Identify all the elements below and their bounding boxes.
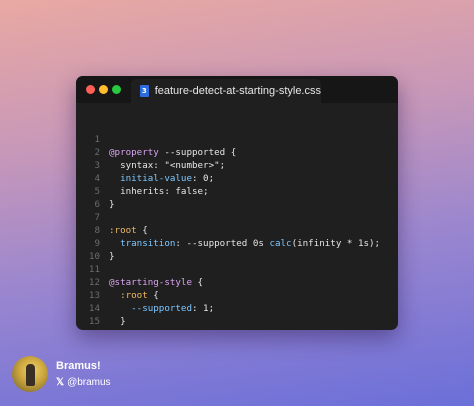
code-token: : --supported 0s — [175, 238, 270, 249]
code-token: :root — [109, 290, 148, 301]
title-bar: 3 feature-detect-at-starting-style.css — [76, 76, 398, 103]
code-token: : 0; — [191, 173, 215, 184]
code-editor: 1 @property --supported { 2 syntax: "<nu… — [76, 120, 380, 330]
code-token: } — [109, 199, 115, 210]
code-line: 8 transition: --supported 0s calc(infini… — [76, 211, 380, 249]
code-line: 4 inherits: false; — [76, 159, 208, 197]
code-line: 3 initial-value: 0; — [76, 146, 214, 184]
code-token: (infinity * 1s); — [291, 238, 381, 249]
line-number: 15 — [88, 316, 100, 327]
file-tab[interactable]: 3 feature-detect-at-starting-style.css — [131, 79, 321, 103]
code-token: : false; — [164, 186, 209, 197]
code-token: : "<number>"; — [153, 160, 226, 171]
code-token: calc — [269, 238, 292, 249]
code-token: : 1; — [191, 303, 215, 314]
code-token: syntax — [109, 160, 154, 171]
css-file-icon: 3 — [140, 85, 149, 97]
code-token: transition — [109, 238, 176, 249]
code-token: --supported — [109, 303, 192, 314]
code-line: 5 } — [76, 172, 114, 210]
code-token: } — [109, 251, 115, 262]
code-line: 2 syntax: "<number>"; — [76, 133, 225, 171]
code-token: @property — [109, 147, 159, 158]
code-line: 6 — [76, 185, 109, 210]
code-line: 1 @property --supported { — [76, 120, 236, 158]
code-token: :root — [109, 225, 137, 236]
code-line: 10 — [76, 237, 109, 262]
avatar[interactable] — [12, 356, 48, 392]
tab-title: feature-detect-at-starting-style.css — [154, 85, 321, 97]
code-token: initial-value — [109, 173, 192, 184]
code-token: { — [136, 225, 148, 236]
close-window-button[interactable] — [86, 85, 95, 94]
minimize-window-button[interactable] — [99, 85, 108, 94]
code-token: } — [109, 329, 115, 330]
code-token: --supported { — [158, 147, 237, 158]
code-window: 3 feature-detect-at-starting-style.css 1… — [76, 76, 398, 330]
author-handle-row[interactable]: 𝕏 @bramus — [56, 377, 111, 388]
x-logo-icon: 𝕏 — [56, 376, 65, 388]
code-line: 11 @starting-style { — [76, 250, 203, 288]
code-token: } — [109, 316, 126, 327]
maximize-window-button[interactable] — [112, 85, 121, 94]
code-line: 13 --supported: 1; — [76, 276, 214, 314]
code-line: 12 :root { — [76, 263, 159, 301]
code-line: 9 } — [76, 224, 114, 262]
code-line: 14 } — [76, 289, 126, 327]
code-line: 7 :root { — [76, 198, 147, 236]
code-token: inherits — [109, 186, 165, 197]
code-token: { — [147, 290, 159, 301]
code-token: @starting-style — [109, 277, 192, 288]
author-handle: @bramus — [67, 377, 111, 388]
author-name: Bramus! — [56, 360, 101, 372]
code-token: { — [191, 277, 204, 288]
code-line: 15 } — [76, 302, 115, 330]
